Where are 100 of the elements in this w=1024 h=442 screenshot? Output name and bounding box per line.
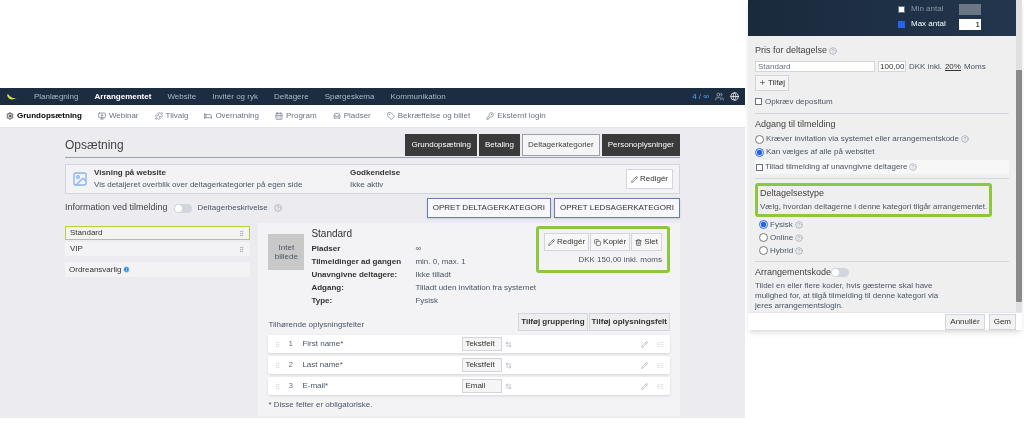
checkbox-label: Opkræv depositum [765, 95, 833, 108]
radio-button[interactable] [755, 147, 764, 157]
settings-icon [6, 112, 14, 120]
property-value: min. 0, max. 1 [415, 256, 467, 268]
footnote: * Disse felter er obligatoriske. [268, 399, 374, 411]
subnav-tab[interactable]: Webinar [97, 110, 139, 122]
vat-label: Moms [963, 60, 986, 73]
help-icon[interactable] [794, 220, 803, 229]
section-tab[interactable]: Betaling [479, 134, 520, 156]
swap-icon[interactable] [505, 382, 513, 390]
field-name: E-mail* [302, 380, 330, 392]
radio-button[interactable] [759, 246, 768, 255]
radio-button[interactable] [755, 134, 764, 144]
info-title: Visning på website [94, 167, 167, 179]
scrollbar[interactable] [1016, 0, 1022, 312]
subnav-tab[interactable]: Program [274, 110, 317, 122]
action-button[interactable]: Slet [631, 233, 662, 251]
footer-button[interactable]: Annullér [945, 313, 985, 330]
section-tab[interactable]: Deltagerkategorier [521, 134, 600, 156]
price-text: DKK 150,00 inkl. moms [578, 254, 662, 266]
field-row[interactable]: 3 E-mail* Email [268, 377, 670, 395]
nav-item[interactable]: Arrangementet [94, 90, 152, 103]
limit-input[interactable]: 1 [959, 18, 981, 30]
hierarchy-icon[interactable] [657, 340, 664, 348]
price-amount-field[interactable]: 100,00 [878, 61, 906, 72]
category-title: Standard [311, 227, 353, 241]
users-icon[interactable] [715, 92, 724, 101]
category-label: Standard [70, 227, 103, 239]
edit-button[interactable]: Redigér [626, 169, 673, 189]
checkbox[interactable] [898, 20, 905, 28]
swap-icon[interactable] [505, 340, 513, 348]
field-type: Tekstfelt [462, 337, 503, 351]
hierarchy-icon[interactable] [657, 361, 664, 369]
create-button[interactable]: OPRET LEDSAGERKATEGORI [554, 198, 680, 218]
price-name-field[interactable]: Standard [755, 61, 875, 72]
approval-value: Ikke aktiv [350, 179, 385, 191]
add-price-button[interactable]: Tilføj [755, 74, 790, 91]
currency-label: DKK inkl. [909, 60, 942, 73]
radio-button[interactable] [759, 233, 768, 242]
copy-icon [594, 238, 602, 246]
limit-input[interactable] [959, 3, 981, 15]
pencil-icon[interactable] [641, 361, 648, 369]
toggle-switch[interactable] [831, 267, 850, 277]
nav-item[interactable]: Invitér og ryk [212, 90, 258, 103]
page-title: Opsætning [65, 137, 124, 154]
hierarchy-icon[interactable] [657, 382, 664, 390]
subnav-tab[interactable]: Overnatning [204, 110, 259, 122]
section-title: Arrangementskode [755, 265, 832, 279]
action-button[interactable]: Kopiér [590, 233, 631, 251]
nav-item[interactable]: Kommunikation [390, 90, 446, 103]
checkbox[interactable] [755, 98, 762, 105]
section-tab[interactable]: Grundopsætning [405, 134, 477, 156]
toggle-switch[interactable] [173, 203, 192, 213]
field-row[interactable]: 2 Last name* Tekstfelt [268, 356, 670, 374]
category-item[interactable]: Standard [65, 226, 251, 240]
approval-label: Godkendelse [350, 167, 401, 179]
footer-button[interactable]: Gem [988, 313, 1016, 330]
radio-label: Kræver invitation via systemet eller arrangementskode [766, 133, 959, 145]
pencil-icon[interactable] [641, 382, 648, 390]
property-value: ∞ [415, 243, 423, 255]
help-icon[interactable] [909, 163, 918, 171]
globe-icon[interactable] [730, 92, 739, 101]
help-icon[interactable] [795, 246, 804, 255]
help-icon[interactable] [829, 46, 838, 55]
checkbox[interactable] [756, 163, 763, 171]
swap-icon[interactable] [505, 361, 513, 369]
category-item[interactable]: VIP [65, 242, 251, 256]
subnav-tab[interactable]: Eksternt login [486, 110, 546, 122]
help-icon[interactable] [273, 204, 282, 212]
field-number: 2 [288, 359, 294, 371]
subnav-tab[interactable]: Bekræftelse og billet [386, 110, 471, 122]
nav-item[interactable]: Spørgeskema [324, 90, 375, 103]
field-type: Email [462, 379, 503, 393]
subnav-tab[interactable]: Grundopsætning [6, 110, 82, 122]
create-button[interactable]: OPRET DELTAGERKATEGORI [426, 198, 552, 218]
property-label: Adgang: [311, 282, 345, 294]
vat-link[interactable]: 20% [944, 60, 961, 73]
pencil-icon [631, 175, 638, 183]
help-icon[interactable] [795, 233, 804, 242]
field-number: 1 [288, 338, 294, 350]
subnav-tab[interactable]: Tilvalg [154, 110, 189, 122]
radio-button[interactable] [759, 220, 768, 229]
help-icon[interactable] [961, 135, 969, 143]
nav-item[interactable]: Planlægning [34, 90, 79, 103]
section-title: Deltagelsestype [760, 187, 826, 200]
field-row[interactable]: 1 First name* Tekstfelt [268, 335, 670, 353]
nav-item[interactable]: Website [167, 90, 197, 103]
category-label: VIP [70, 243, 83, 255]
subnav-tab[interactable]: Pladser [332, 110, 371, 122]
nav-item[interactable]: Deltagere [273, 90, 309, 103]
add-button[interactable]: Tilføj gruppering [518, 313, 588, 331]
action-button[interactable]: Redigér [544, 233, 590, 251]
pencil-icon[interactable] [641, 340, 648, 348]
plus-icon [759, 79, 766, 86]
section-tab[interactable]: Personoplysninger [601, 134, 680, 156]
property-label: Type: [311, 295, 334, 307]
checkbox-label: Tillad tilmelding af unavngivne deltagere [765, 161, 908, 173]
add-button[interactable]: Tilføj oplysningsfelt [588, 313, 670, 331]
field-type: Tekstfelt [462, 358, 503, 372]
info-icon [123, 266, 131, 273]
